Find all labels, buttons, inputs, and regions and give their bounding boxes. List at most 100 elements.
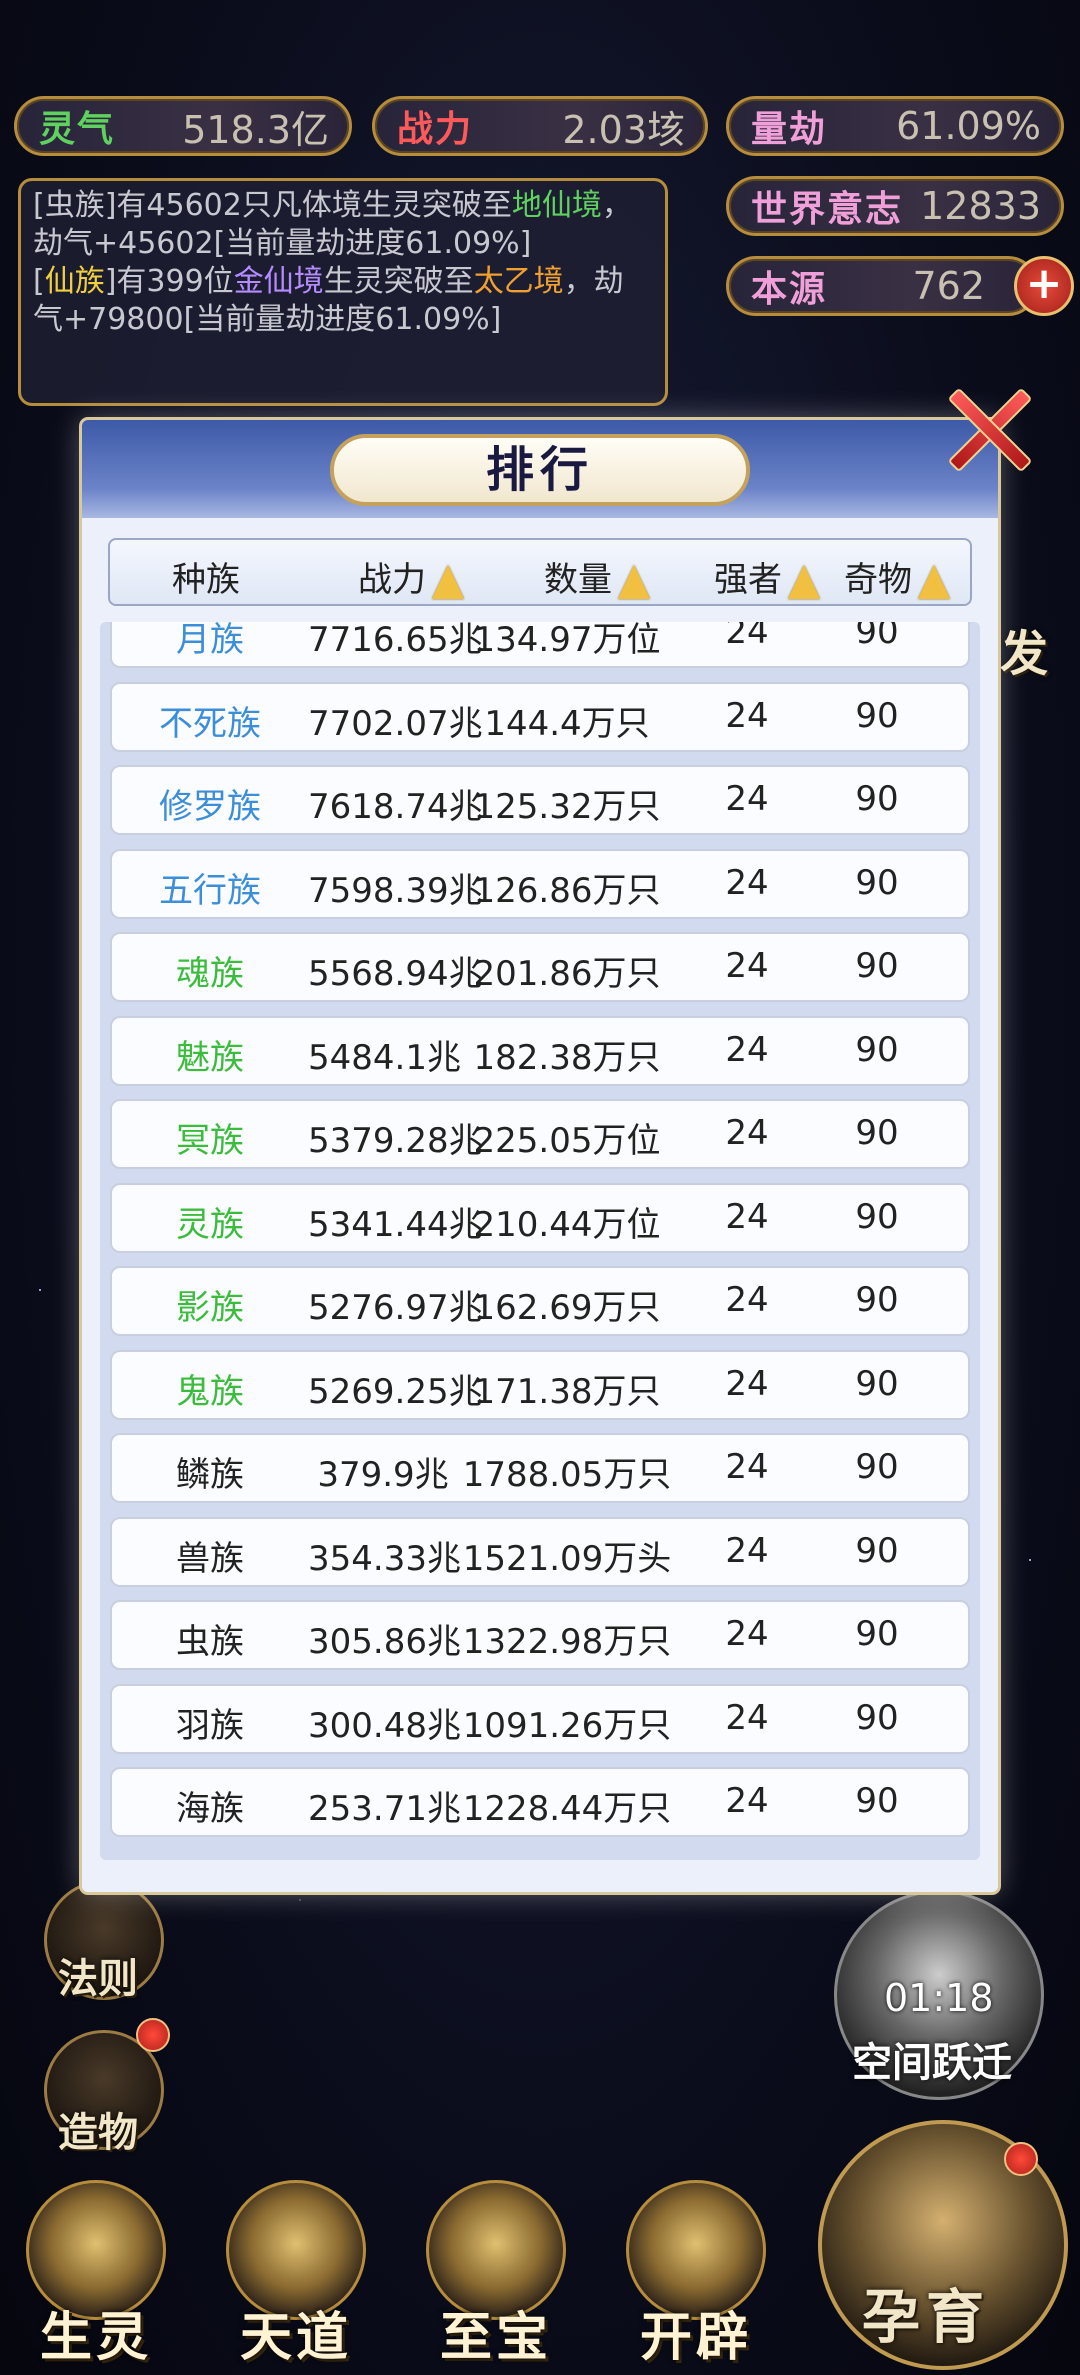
race-treasure-count: 90: [855, 1697, 899, 1738]
ranking-row[interactable]: 灵族 5341.44兆 210.44万位 24 90: [110, 1182, 970, 1253]
ranking-row[interactable]: 魂族 5568.94兆 201.86万只 24 90: [110, 932, 970, 1002]
race-name: 冥族: [176, 1121, 244, 1161]
ranking-row[interactable]: 五行族 7598.39兆 126.86万只 24 90: [110, 848, 970, 919]
race-name: 海族: [176, 1789, 244, 1829]
race-power: 7702.07兆: [308, 703, 483, 744]
open-world-label: 开辟: [639, 2308, 752, 2368]
space-jump-timer: 01:18: [884, 1976, 994, 2020]
world-will-stat[interactable]: 世界意志 12833: [726, 176, 1064, 236]
partial-label-fa: 发: [1000, 626, 1049, 682]
race-treasure-count: 90: [855, 946, 899, 986]
benyuan-stat[interactable]: 本源 762: [726, 256, 1038, 316]
ranking-row[interactable]: 鳞族 379.9兆 1788.05万只 24 90: [110, 1433, 970, 1503]
race-count: 210.44万位: [473, 1204, 661, 1245]
rules-label: 法则: [58, 1956, 138, 2002]
log-text: 生灵突破至: [323, 264, 474, 299]
race-treasure-count: 90: [855, 862, 899, 903]
race-name: 羽族: [176, 1705, 244, 1746]
ranking-row[interactable]: 月族 7716.65兆 134.97万位 24 90: [110, 622, 970, 668]
creatures-label: 生灵: [39, 2308, 152, 2368]
liangjie-stat[interactable]: 量劫 61.09%: [726, 96, 1064, 156]
ranking-row[interactable]: 魅族 5484.1兆 182.38万只 24 90: [110, 1015, 970, 1086]
liangjie-value: 61.09%: [896, 104, 1041, 148]
race-strong-count: 24: [725, 1697, 769, 1738]
log-text: ]有399位: [104, 264, 234, 299]
ranking-row[interactable]: 兽族 354.33兆 1521.09万头 24 90: [110, 1516, 970, 1587]
race-count: 1521.09万头: [462, 1538, 672, 1579]
add-benyuan-button[interactable]: +: [1014, 256, 1074, 316]
treasure-button[interactable]: 至宝: [406, 2180, 586, 2370]
race-treasure-count: 90: [855, 695, 899, 736]
lingqi-stat[interactable]: 灵气 518.3亿: [14, 96, 352, 156]
race-strong-count: 24: [725, 695, 769, 736]
ranking-row[interactable]: 影族 5276.97兆 162.69万只 24 90: [110, 1266, 970, 1336]
race-count: 182.38万只: [473, 1037, 661, 1078]
race-treasure-count: 90: [855, 1530, 899, 1571]
zhanli-label: 战力: [397, 109, 474, 150]
race-strong-count: 24: [725, 1781, 769, 1821]
race-name: 魅族: [176, 1037, 244, 1078]
race-strong-count: 24: [725, 1447, 769, 1487]
race-treasure-count: 90: [855, 1029, 899, 1070]
lingqi-value: 518.3亿: [182, 107, 329, 152]
header-power: 战力: [358, 560, 426, 600]
header-strong-sort[interactable]: 强者: [714, 552, 820, 601]
race-power: 305.86兆: [308, 1622, 461, 1662]
race-strong-count: 24: [725, 622, 769, 652]
log-realm: 太乙境: [473, 264, 564, 299]
race-power: 5269.25兆: [308, 1371, 483, 1412]
race-strong-count: 24: [725, 946, 769, 986]
ranking-row[interactable]: 虫族 305.86兆 1322.98万只 24 90: [110, 1600, 970, 1670]
nurture-notification-dot: [1004, 2142, 1038, 2176]
creatures-button[interactable]: 生灵: [6, 2180, 186, 2370]
race-power: 253.71兆: [308, 1789, 461, 1829]
header-treasure-sort[interactable]: 奇物: [844, 552, 950, 601]
race-strong-count: 24: [725, 1614, 769, 1654]
event-log: [虫族]有45602只凡体境生灵突破至地仙境，劫气+45602[当前量劫进度61…: [18, 178, 668, 406]
race-count: 125.32万只: [473, 787, 661, 827]
race-name: 鬼族: [176, 1371, 244, 1412]
open-world-button[interactable]: 开辟: [606, 2180, 786, 2370]
race-treasure-count: 90: [855, 1113, 899, 1153]
heaven-dao-label: 天道: [239, 2308, 352, 2368]
modal-title: 排行: [330, 434, 750, 506]
race-name: 不死族: [159, 703, 261, 744]
race-strong-count: 24: [725, 1196, 769, 1237]
ranking-row[interactable]: 冥族 5379.28兆 225.05万位 24 90: [110, 1099, 970, 1169]
race-treasure-count: 90: [855, 1447, 899, 1487]
log-text: [虫族]有45602只凡体境生灵突破至: [33, 188, 512, 223]
race-name: 五行族: [159, 870, 261, 911]
ranking-list[interactable]: 月族 7716.65兆 134.97万位 24 90 不死族 7702.07兆 144.4万只…: [100, 622, 980, 1860]
ranking-row[interactable]: 鬼族 5269.25兆 171.38万只 24 90: [110, 1349, 970, 1420]
ranking-column-header: 种族 战力 数量 强者 奇物: [108, 538, 972, 606]
race-strong-count: 24: [725, 1113, 769, 1153]
race-count: 126.86万只: [473, 870, 661, 911]
ranking-row[interactable]: 不死族 7702.07兆 144.4万只 24 90: [110, 681, 970, 752]
header-count-sort[interactable]: 数量: [544, 552, 650, 601]
heaven-dao-button[interactable]: 天道: [206, 2180, 386, 2370]
race-count: 1228.44万只: [462, 1789, 672, 1829]
liangjie-label: 量劫: [751, 109, 828, 150]
header-power-sort[interactable]: 战力: [358, 552, 464, 601]
ranking-row[interactable]: 羽族 300.48兆 1091.26万只 24 90: [110, 1683, 970, 1754]
log-race: 仙族: [44, 264, 105, 299]
race-power: 7598.39兆: [308, 870, 483, 911]
world-will-value: 12833: [920, 184, 1041, 228]
race-strong-count: 24: [725, 862, 769, 903]
ranking-row[interactable]: 修罗族 7618.74兆 125.32万只 24 90: [110, 765, 970, 835]
race-count: 201.86万只: [473, 954, 661, 994]
race-count: 171.38万只: [473, 1371, 661, 1412]
race-treasure-count: 90: [855, 1614, 899, 1654]
zhanli-stat[interactable]: 战力 2.03垓: [372, 96, 708, 156]
close-icon[interactable]: [942, 382, 1032, 472]
race-name: 魂族: [176, 954, 244, 994]
race-count: 144.4万只: [484, 703, 650, 744]
race-name: 月族: [176, 622, 244, 660]
race-strong-count: 24: [725, 1029, 769, 1070]
race-power: 5379.28兆: [308, 1121, 483, 1161]
race-name: 兽族: [176, 1538, 244, 1579]
race-treasure-count: 90: [855, 779, 899, 819]
lingqi-label: 灵气: [39, 109, 116, 150]
nurture-label: 孕育: [862, 2283, 991, 2351]
ranking-row[interactable]: 海族 253.71兆 1228.44万只 24 90: [110, 1767, 970, 1837]
